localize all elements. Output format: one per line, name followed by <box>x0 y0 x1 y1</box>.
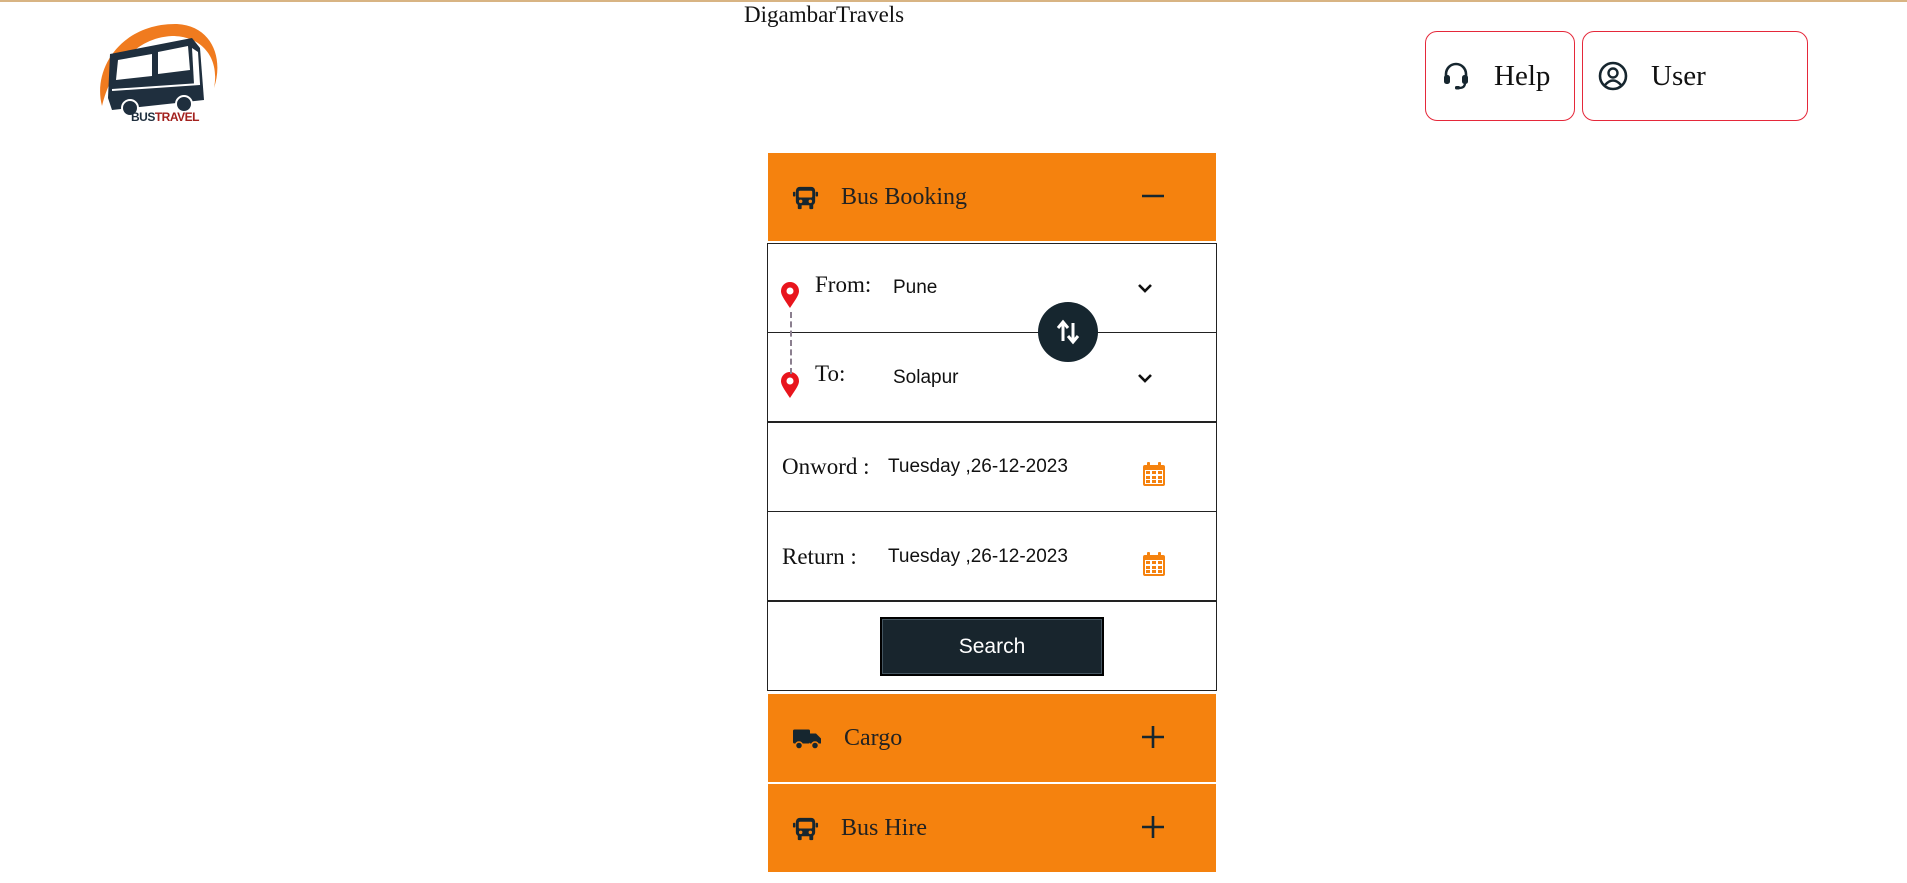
cargo-header[interactable]: Cargo <box>768 694 1216 782</box>
chevron-down-icon[interactable] <box>1136 369 1154 387</box>
user-circle-icon <box>1598 61 1628 91</box>
route-connector <box>790 312 792 374</box>
help-label: Help <box>1494 59 1551 92</box>
swap-arrows-icon <box>1056 319 1080 345</box>
bus-booking-header[interactable]: Bus Booking <box>768 153 1216 241</box>
bus-icon <box>792 817 819 840</box>
to-label: To: <box>815 361 846 386</box>
return-date-row[interactable]: Return : Tuesday ,26-12-2023 <box>767 511 1217 601</box>
logo-text-bus: BUS <box>131 110 155 124</box>
swap-button[interactable] <box>1038 302 1098 362</box>
plus-icon[interactable] <box>1140 724 1166 750</box>
bus-hire-title: Bus Hire <box>841 814 927 841</box>
onward-date-field[interactable]: Tuesday ,26-12-2023 <box>888 456 1068 478</box>
return-label: Return : <box>782 544 857 569</box>
search-button[interactable]: Search <box>880 617 1104 676</box>
help-button[interactable]: Help <box>1425 31 1575 121</box>
from-select[interactable]: Pune <box>893 277 937 299</box>
from-row[interactable]: From: Pune <box>767 243 1217 333</box>
top-border-line <box>0 0 1907 2</box>
calendar-icon[interactable] <box>1142 461 1166 487</box>
bus-icon <box>792 186 819 209</box>
return-date-field[interactable]: Tuesday ,26-12-2023 <box>888 546 1068 568</box>
brand-title: DigambarTravels <box>744 2 905 27</box>
map-pin-icon <box>781 282 799 308</box>
onward-date-row[interactable]: Onword : Tuesday ,26-12-2023 <box>767 422 1217 512</box>
user-label: User <box>1651 59 1706 92</box>
chevron-down-icon[interactable] <box>1136 279 1154 297</box>
logo-text-travel: TRAVEL <box>154 110 200 124</box>
cargo-title: Cargo <box>844 724 903 751</box>
calendar-icon[interactable] <box>1142 551 1166 577</box>
to-row[interactable]: To: Solapur <box>767 332 1217 422</box>
map-pin-icon <box>781 372 799 398</box>
onward-label: Onword : <box>782 454 870 479</box>
plus-icon[interactable] <box>1140 814 1166 840</box>
truck-icon <box>793 729 821 750</box>
user-button[interactable]: User <box>1582 31 1808 121</box>
from-label: From: <box>815 272 872 297</box>
logo-text: BUSTRAVEL <box>131 110 199 124</box>
bus-booking-title: Bus Booking <box>841 183 968 210</box>
bus-hire-header[interactable]: Bus Hire <box>768 784 1216 872</box>
to-select[interactable]: Solapur <box>893 367 959 389</box>
minus-icon[interactable] <box>1140 183 1166 209</box>
headset-icon <box>1444 62 1468 90</box>
